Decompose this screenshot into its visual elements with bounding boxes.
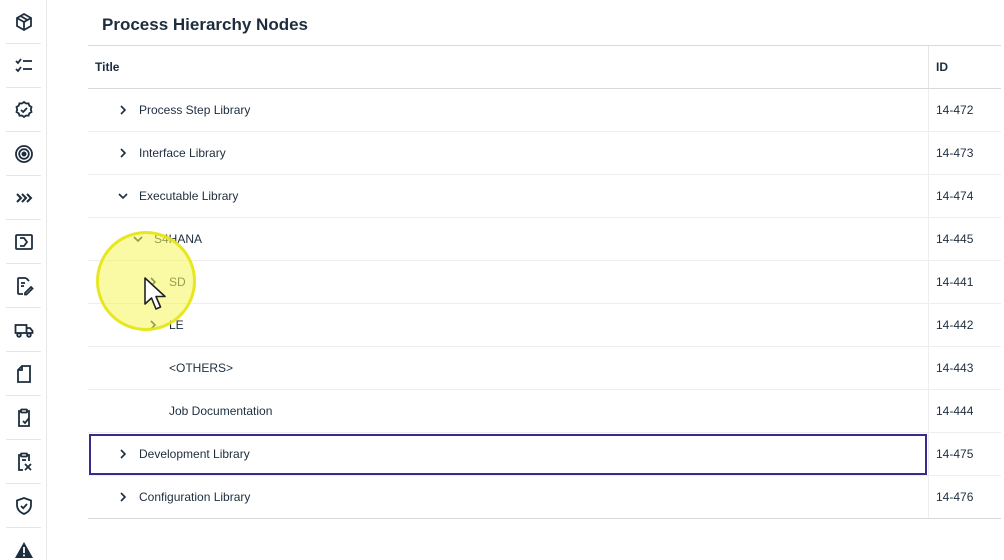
- row-id: 14-476: [936, 490, 974, 504]
- rail-item-alerts[interactable]: [0, 528, 47, 560]
- package-icon: [15, 12, 32, 32]
- table-row[interactable]: <OTHERS> 14-443: [88, 347, 1001, 390]
- rail-item-package[interactable]: [0, 0, 47, 44]
- row-id: 14-442: [936, 318, 974, 332]
- column-divider: [928, 89, 929, 131]
- rail-item-review[interactable]: [0, 440, 47, 484]
- column-divider: [928, 132, 929, 174]
- document-icon: [16, 365, 31, 383]
- chevron-right-icon: [150, 277, 157, 287]
- row-title: SD: [169, 275, 186, 289]
- truck-icon: [14, 324, 33, 338]
- row-id: 14-445: [936, 232, 974, 246]
- expand-chevron[interactable]: [116, 490, 130, 504]
- page-title: Process Hierarchy Nodes: [102, 15, 308, 34]
- expand-chevron[interactable]: [146, 275, 160, 289]
- column-divider: [928, 175, 929, 217]
- table-row[interactable]: Executable Library 14-474: [88, 175, 1001, 218]
- table-row[interactable]: S4HANA 14-445: [88, 218, 1001, 261]
- row-id: 14-474: [936, 189, 974, 203]
- row-id: 14-444: [936, 404, 974, 418]
- chevron-down-icon: [118, 193, 128, 200]
- row-id: 14-443: [936, 361, 974, 375]
- check-badge-icon: [14, 100, 33, 119]
- rail-item-checklist[interactable]: [0, 396, 47, 440]
- row-title: <OTHERS>: [169, 361, 234, 375]
- column-divider: [928, 433, 929, 475]
- edit-document-icon: [16, 277, 34, 296]
- column-divider: [928, 476, 929, 518]
- row-id: 14-473: [936, 146, 974, 160]
- row-title: S4HANA: [154, 232, 203, 246]
- rail-item-compliance[interactable]: [0, 484, 47, 528]
- chevron-down-icon: [133, 236, 143, 243]
- rail-item-goals[interactable]: [0, 132, 47, 176]
- target-icon: [14, 145, 33, 163]
- row-title: Development Library: [139, 447, 250, 461]
- row-title: Configuration Library: [139, 490, 251, 504]
- table-row[interactable]: LE 14-442: [88, 304, 1001, 347]
- rail-item-process[interactable]: [0, 176, 47, 220]
- chevron-right-icon: [120, 492, 127, 502]
- column-header-id[interactable]: ID: [936, 60, 948, 74]
- rail-item-documents[interactable]: [0, 352, 47, 396]
- checklist-x-icon: [17, 452, 32, 471]
- warning-icon: [14, 542, 33, 558]
- column-divider: [928, 218, 929, 260]
- row-title: Job Documentation: [169, 404, 273, 418]
- column-header-title[interactable]: Title: [95, 60, 119, 74]
- rail-item-edit[interactable]: [0, 264, 47, 308]
- rail-item-tasks[interactable]: [0, 44, 47, 88]
- column-divider: [928, 46, 929, 88]
- row-title: Interface Library: [139, 146, 226, 160]
- rail-item-delivery[interactable]: [0, 308, 47, 352]
- table-row[interactable]: Development Library 14-475: [88, 433, 1001, 476]
- table-header: Title ID: [88, 45, 1001, 89]
- collapse-chevron[interactable]: [131, 232, 145, 246]
- row-id: 14-441: [936, 275, 974, 289]
- table-row[interactable]: Job Documentation 14-444: [88, 390, 1001, 433]
- row-title: LE: [169, 318, 184, 332]
- table-row[interactable]: Process Step Library 14-472: [88, 89, 1001, 132]
- rail-item-import[interactable]: [0, 220, 47, 264]
- expand-chevron[interactable]: [116, 103, 130, 117]
- rail-item-approvals[interactable]: [0, 88, 47, 132]
- table-row[interactable]: Interface Library 14-473: [88, 132, 1001, 175]
- table-row[interactable]: Configuration Library 14-476: [88, 476, 1001, 519]
- row-id: 14-472: [936, 103, 974, 117]
- expand-chevron[interactable]: [116, 447, 130, 461]
- task-list-icon: [14, 58, 32, 73]
- column-divider: [928, 304, 929, 346]
- side-navigation-rail: [0, 0, 47, 560]
- column-divider: [928, 261, 929, 303]
- expand-chevron[interactable]: [146, 318, 160, 332]
- row-id: 14-475: [936, 447, 974, 461]
- main-content: Process Hierarchy Nodes Title ID Process…: [47, 0, 1004, 560]
- row-title: Process Step Library: [139, 103, 251, 117]
- row-title: Executable Library: [139, 189, 239, 203]
- column-divider: [928, 347, 929, 389]
- chevron-right-icon: [120, 449, 127, 459]
- chevron-right-icon: [120, 105, 127, 115]
- clipboard-check-icon: [17, 408, 30, 427]
- hierarchy-tree-table: Title ID Process Step Library 14-472 Inter…: [88, 45, 1001, 519]
- expand-chevron[interactable]: [116, 146, 130, 160]
- arrow-box-icon: [14, 234, 33, 250]
- column-divider: [928, 390, 929, 432]
- chevrons-right-icon: [15, 193, 32, 203]
- shield-check-icon: [15, 497, 32, 515]
- chevron-right-icon: [150, 320, 157, 330]
- table-body: Process Step Library 14-472 Interface Libr…: [88, 89, 1001, 519]
- collapse-chevron[interactable]: [116, 189, 130, 203]
- chevron-right-icon: [120, 148, 127, 158]
- table-row[interactable]: SD 14-441: [88, 261, 1001, 304]
